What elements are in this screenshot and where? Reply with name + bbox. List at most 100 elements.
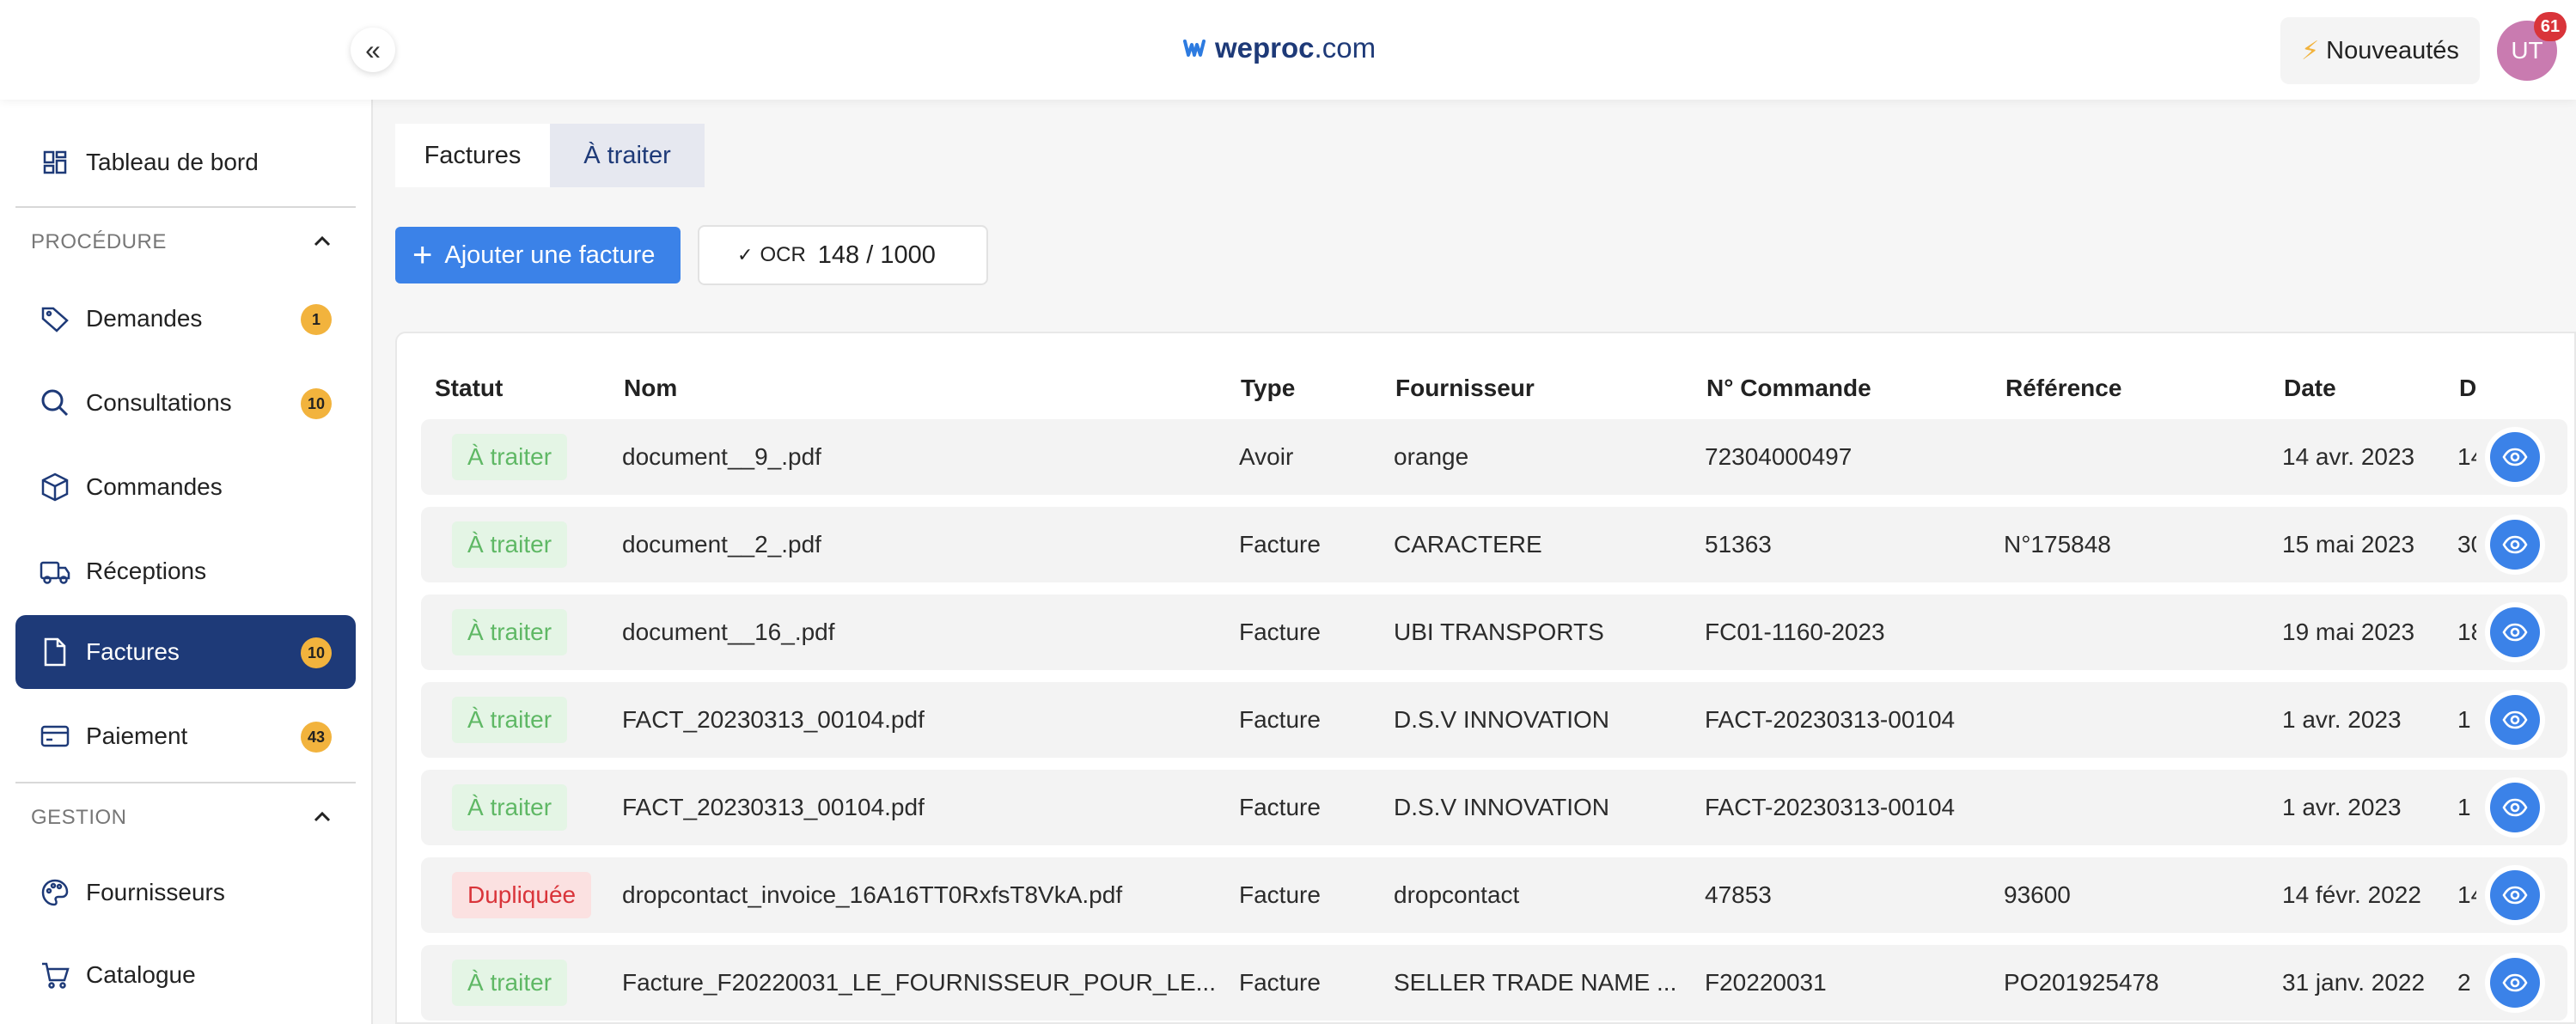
supplier: CARACTERE [1394, 531, 1542, 558]
table-row[interactable]: À traiter FACT_20230313_00104.pdf Facture D… [421, 682, 2567, 758]
sidebar-item-fournisseurs[interactable]: Fournisseurs [15, 856, 356, 930]
count-badge: 43 [301, 722, 332, 753]
invoice-date: 1 avr. 2023 [2282, 794, 2402, 820]
view-button[interactable] [2490, 958, 2540, 1008]
news-button[interactable]: ⚡ Nouveautés [2280, 17, 2480, 84]
invoice-date: 31 janv. 2022 [2282, 969, 2426, 996]
sidebar-item-label: Fournisseurs [86, 879, 225, 905]
count-badge: 1 [301, 304, 332, 335]
file-icon [38, 635, 72, 669]
sidebar-item-factures[interactable]: Factures 10 [15, 615, 356, 689]
sidebar-item-dashboard[interactable]: Tableau de bord [15, 125, 356, 199]
eye-icon [2502, 710, 2528, 729]
column-header-reference[interactable]: Référence [2005, 375, 2121, 402]
invoice-type: Facture [1239, 531, 1321, 558]
invoices-table: Statut Nom Type Fournisseur N° Commande … [395, 332, 2576, 1024]
due-date: 1 [2457, 794, 2471, 820]
status-badge: Dupliquée [452, 872, 592, 918]
table-row[interactable]: À traiter document__9_.pdf Avoir orange 7230… [421, 419, 2567, 495]
tab-factures[interactable]: Factures [395, 124, 550, 187]
reference [2004, 419, 2262, 495]
invoice-date: 15 mai 2023 [2282, 531, 2415, 558]
table-row[interactable]: À traiter document__2_.pdf Facture CARACTER… [421, 507, 2567, 582]
supplier: dropcontact [1394, 881, 1520, 908]
reference: PO201925478 [2004, 969, 2159, 996]
logo-tld: .com [1314, 32, 1377, 64]
table-row[interactable]: Dupliquée dropcontact_invoice_16A16TT0Rxf… [421, 857, 2567, 933]
sidebar-item-label: Réceptions [86, 558, 207, 584]
order-number: F20220031 [1705, 969, 1827, 996]
eye-icon [2502, 448, 2528, 466]
tag-icon [38, 302, 72, 336]
column-header-commande[interactable]: N° Commande [1706, 375, 1871, 402]
status-badge: À traiter [452, 784, 568, 831]
tab-a-traiter[interactable]: À traiter [550, 124, 705, 187]
chevron-up-icon[interactable] [311, 806, 333, 828]
table-row[interactable]: À traiter FACT_20230313_00104.pdf Facture D… [421, 770, 2567, 845]
supplier: D.S.V INNOVATION [1394, 794, 1609, 820]
invoice-name: FACT_20230313_00104.pdf [622, 706, 925, 733]
eye-icon [2502, 623, 2528, 642]
sidebar-item-label: Consultations [86, 389, 232, 416]
notification-badge: 61 [2534, 12, 2567, 41]
reference [2004, 594, 2262, 670]
count-badge: 10 [301, 637, 332, 668]
view-button[interactable] [2490, 783, 2540, 832]
sidebar-item-catalogue[interactable]: Catalogue [15, 938, 356, 1012]
view-button[interactable] [2490, 607, 2540, 657]
chevron-up-icon[interactable] [311, 230, 333, 253]
invoice-type: Avoir [1239, 443, 1294, 470]
divider [15, 206, 356, 208]
table-row[interactable]: À traiter Facture_F20220031_LE_FOURNISSEU… [421, 945, 2567, 1021]
search-icon [38, 386, 72, 420]
sidebar-item-paiement[interactable]: Paiement 43 [15, 699, 356, 773]
status-badge: À traiter [452, 960, 568, 1006]
table-row[interactable]: À traiter document__16_.pdf Facture UBI TRA… [421, 594, 2567, 670]
sidebar-item-receptions[interactable]: Réceptions [15, 534, 356, 608]
sidebar-item-label: Demandes [86, 305, 203, 332]
palette-icon [38, 875, 72, 910]
check-icon: ✓ [737, 244, 754, 265]
column-header-statut[interactable]: Statut [435, 375, 503, 402]
invoice-name: dropcontact_invoice_16A16TT0RxfsT8VkA.pd… [622, 881, 1123, 908]
invoice-name: Facture_F20220031_LE_FOURNISSEUR_POUR_LE… [622, 969, 1215, 996]
add-invoice-label: Ajouter une facture [444, 241, 656, 269]
supplier: orange [1394, 443, 1469, 470]
order-number: FACT-20230313-00104 [1705, 706, 1956, 733]
due-date: 2 [2457, 969, 2471, 996]
column-header-d[interactable]: D [2459, 375, 2478, 402]
order-number: 72304000497 [1705, 443, 1853, 470]
invoice-date: 14 avr. 2023 [2282, 443, 2415, 470]
order-number: 47853 [1705, 881, 1772, 908]
column-header-fournisseur[interactable]: Fournisseur [1395, 375, 1535, 402]
invoice-name: document__16_.pdf [622, 619, 835, 645]
invoice-type: Facture [1239, 619, 1321, 645]
view-button[interactable] [2490, 695, 2540, 745]
view-button[interactable] [2490, 520, 2540, 570]
due-date: 14 [2457, 881, 2476, 908]
avatar-initials: UT [2511, 37, 2543, 64]
reference: N°175848 [2004, 531, 2111, 558]
logo[interactable]: weproc .com [1182, 29, 1376, 67]
eye-icon [2502, 973, 2528, 992]
column-header-nom[interactable]: Nom [624, 375, 677, 402]
invoice-type: Facture [1239, 794, 1321, 820]
sidebar-item-demandes[interactable]: Demandes 1 [15, 282, 356, 356]
eye-icon [2502, 886, 2528, 905]
sidebar-item-consultations[interactable]: Consultations 10 [15, 366, 356, 440]
column-header-type[interactable]: Type [1241, 375, 1295, 402]
ocr-value: 148 / 1000 [817, 241, 936, 269]
sidebar-item-label: Paiement [86, 722, 188, 749]
sidebar-item-label: Tableau de bord [86, 149, 259, 175]
add-invoice-button[interactable]: + Ajouter une facture [395, 227, 681, 283]
news-label: Nouveautés [2326, 36, 2459, 64]
order-number: 51363 [1705, 531, 1772, 558]
tabs: Factures À traiter [395, 124, 705, 187]
status-badge: À traiter [452, 609, 568, 655]
view-button[interactable] [2490, 432, 2540, 482]
reference [2004, 770, 2262, 845]
column-header-date[interactable]: Date [2284, 375, 2336, 402]
view-button[interactable] [2490, 870, 2540, 920]
sidebar-item-commandes[interactable]: Commandes [15, 450, 356, 524]
collapse-sidebar-button[interactable]: « [351, 27, 395, 72]
